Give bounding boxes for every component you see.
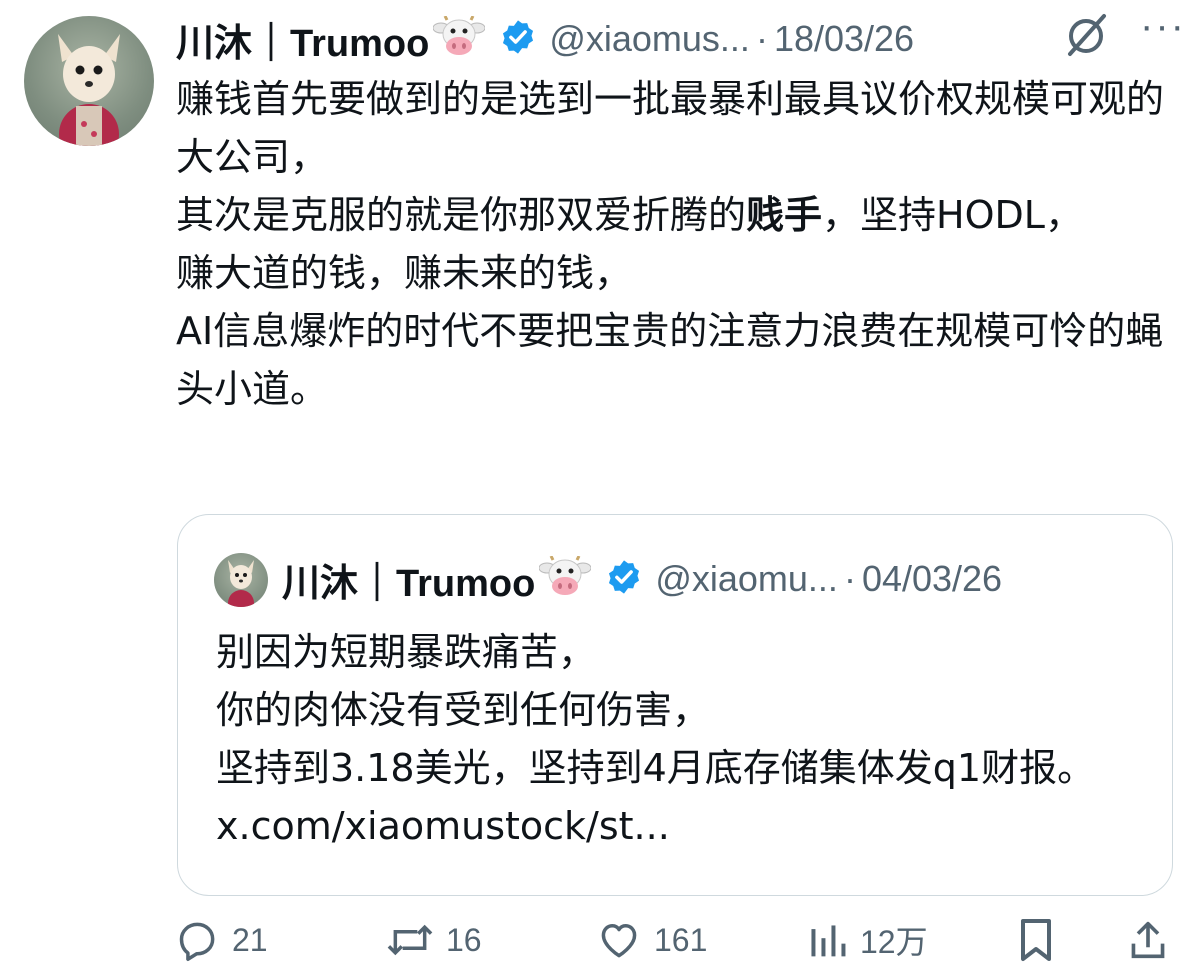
separator-dot: · (755, 18, 768, 59)
cow-face-icon (432, 14, 486, 63)
cow-face-icon (538, 554, 592, 603)
share-button[interactable] (1128, 912, 1168, 968)
verified-badge-icon (499, 18, 537, 61)
heart-icon (601, 923, 637, 958)
quote-date: 04/03/26 (861, 558, 1003, 599)
quote-author-avatar (214, 553, 268, 607)
share-icon (1131, 921, 1165, 959)
quoted-tweet-card[interactable]: 川沐｜Trumoo @xiaomu... · 04/03/26 别因为短期暴跌痛… (177, 514, 1173, 896)
views-button[interactable]: 12万 (808, 912, 928, 968)
author-name[interactable]: 川沐｜Trumoo (176, 12, 429, 67)
quote-author-name: 川沐｜Trumoo (282, 562, 536, 605)
tweet-text-bold: 贱手 (746, 193, 823, 237)
bookmark-icon (1021, 919, 1051, 961)
like-count: 161 (654, 921, 708, 958)
dog-avatar-image (58, 34, 120, 146)
more-options-icon[interactable]: ··· (1140, 4, 1186, 49)
bookmark-button[interactable] (1016, 912, 1056, 968)
like-button[interactable]: 161 (596, 912, 707, 968)
dog-avatar-small-image (228, 560, 254, 607)
separator-dot: · (843, 558, 856, 599)
tweet-text: 赚钱首先要做到的是选到一批最暴利最具议价权规模可观的大公司， 其次是克服的就是你… (176, 70, 1166, 418)
quote-text: 别因为短期暴跌痛苦， 你的肉体没有受到任何伤害， 坚持到3.18美光，坚持到4月… (216, 630, 1096, 848)
author-avatar[interactable] (24, 16, 154, 146)
reply-count: 21 (232, 921, 268, 958)
tweet-header: 川沐｜Trumoo @xiaomus... · 18/03/26 (176, 12, 1186, 66)
action-bar: 21 16 161 12万 (176, 912, 1176, 968)
repost-count: 16 (446, 921, 482, 958)
views-chart-icon (811, 925, 846, 957)
repost-icon (387, 924, 433, 956)
reply-button[interactable]: 21 (176, 912, 268, 968)
grok-icon[interactable] (1060, 6, 1112, 67)
view-count: 12万 (860, 924, 928, 960)
reply-icon (179, 922, 215, 961)
author-handle[interactable]: @xiaomus... (549, 18, 750, 60)
verified-badge-icon (605, 558, 643, 601)
repost-button[interactable]: 16 (386, 912, 482, 968)
quote-author-handle: @xiaomu... (655, 558, 838, 599)
tweet-date[interactable]: 18/03/26 (774, 18, 914, 60)
quote-header: 川沐｜Trumoo @xiaomu... · 04/03/26 (282, 551, 1002, 607)
